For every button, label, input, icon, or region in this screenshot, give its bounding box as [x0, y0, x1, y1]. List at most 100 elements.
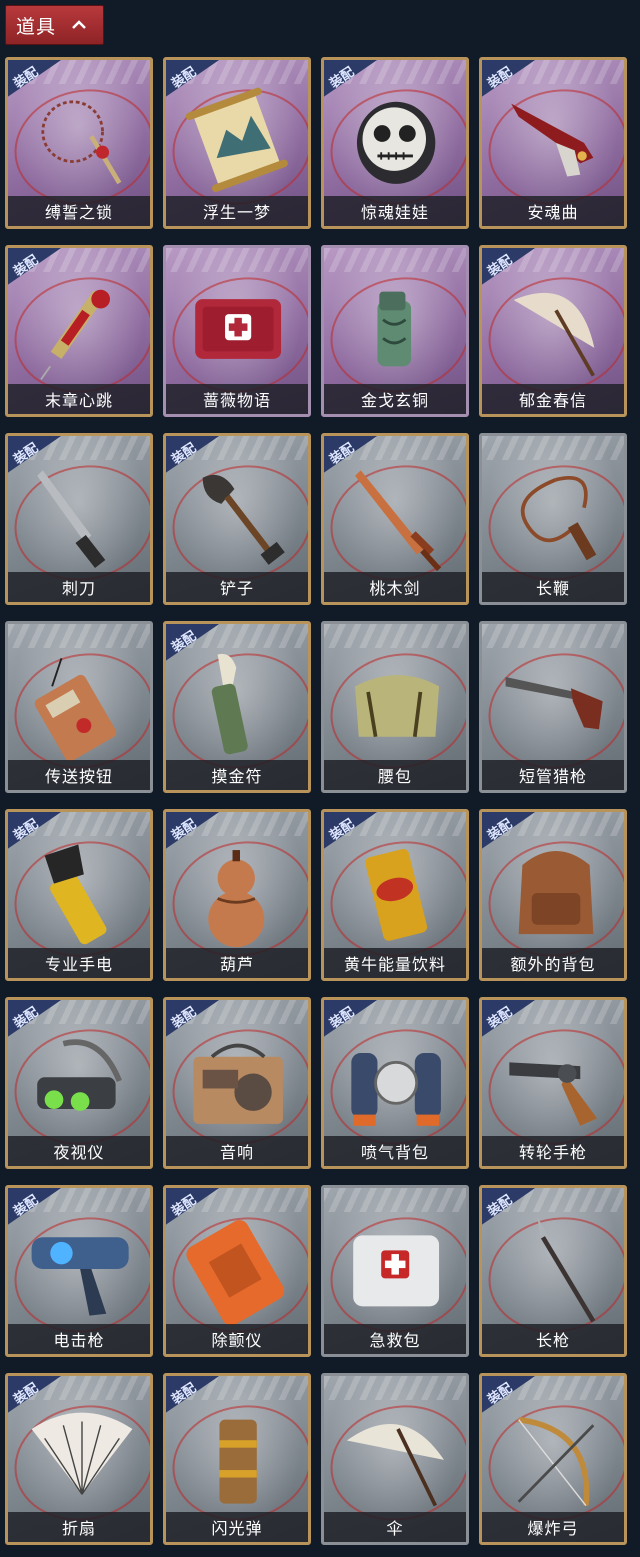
- item-label-bar: 铲子: [166, 572, 308, 602]
- item-name: 除颤仪: [211, 1331, 263, 1350]
- card-texture: [166, 248, 308, 272]
- item-label-bar: 郁金春信: [482, 384, 624, 414]
- item-card[interactable]: 装配 除颤仪: [163, 1185, 311, 1357]
- item-card[interactable]: 装配 葫芦: [163, 809, 311, 981]
- card-texture: [8, 1000, 150, 1024]
- card-texture: [324, 624, 466, 648]
- item-label-bar: 长鞭: [482, 572, 624, 602]
- shovel-icon: [184, 458, 296, 576]
- item-name: 音响: [219, 1143, 254, 1162]
- card-texture: [482, 248, 624, 272]
- item-name: 刺刀: [61, 579, 96, 598]
- whip-icon: [500, 458, 612, 576]
- card-texture: [482, 1188, 624, 1212]
- scroll-icon: [184, 82, 296, 200]
- item-label-bar: 金戈玄铜: [324, 384, 466, 414]
- item-card[interactable]: 腰包: [321, 621, 469, 793]
- item-card[interactable]: 装配 爆炸弓: [479, 1373, 627, 1545]
- item-name: 喷气背包: [360, 1143, 429, 1162]
- card-texture: [166, 1000, 308, 1024]
- item-card[interactable]: 装配 喷气背包: [321, 997, 469, 1169]
- item-card[interactable]: 装配 折扇: [5, 1373, 153, 1545]
- item-card[interactable]: 装配 安魂曲: [479, 57, 627, 229]
- paper-umbrella-icon: [342, 1398, 454, 1516]
- card-texture: [324, 436, 466, 460]
- item-card[interactable]: 蔷薇物语: [163, 245, 311, 417]
- item-name: 急救包: [369, 1331, 421, 1350]
- item-card[interactable]: 装配 闪光弹: [163, 1373, 311, 1545]
- item-name: 夜视仪: [53, 1143, 105, 1162]
- item-label-bar: 音响: [166, 1136, 308, 1166]
- shotgun-icon: [500, 646, 612, 764]
- bayonet-icon: [26, 458, 138, 576]
- item-card[interactable]: 装配 专业手电: [5, 809, 153, 981]
- talisman-icon: [184, 646, 296, 764]
- item-label-bar: 长枪: [482, 1324, 624, 1354]
- item-card[interactable]: 装配 刺刀: [5, 433, 153, 605]
- item-grid: 装配 缚誓之锁 装配 浮生一梦 装配 惊魂娃娃 装配 安魂曲装配 末章心跳 蔷薇物语 金戈玄铜 装配郁…: [5, 57, 627, 1545]
- item-name: 铲子: [219, 579, 254, 598]
- item-card[interactable]: 装配 铲子: [163, 433, 311, 605]
- defibrillator-icon: [184, 1210, 296, 1328]
- item-card[interactable]: 装配 桃木剑: [321, 433, 469, 605]
- card-texture: [324, 1376, 466, 1400]
- item-label-bar: 爆炸弓: [482, 1512, 624, 1542]
- item-card[interactable]: 装配 转轮手枪: [479, 997, 627, 1169]
- item-label-bar: 传送按钮: [8, 760, 150, 790]
- item-card[interactable]: 长鞭: [479, 433, 627, 605]
- item-card[interactable]: 短管猎枪: [479, 621, 627, 793]
- item-name: 伞: [386, 1519, 404, 1538]
- item-name: 短管猎枪: [518, 767, 587, 786]
- item-card[interactable]: 装配 浮生一梦: [163, 57, 311, 229]
- item-name: 缚誓之锁: [44, 203, 113, 222]
- item-card[interactable]: 金戈玄铜: [321, 245, 469, 417]
- card-texture: [482, 436, 624, 460]
- item-name: 金戈玄铜: [360, 391, 429, 410]
- item-card[interactable]: 装配 电击枪: [5, 1185, 153, 1357]
- card-texture: [8, 1188, 150, 1212]
- item-label-bar: 额外的背包: [482, 948, 624, 978]
- chevron-up-icon[interactable]: [70, 19, 88, 31]
- item-name: 闪光弹: [211, 1519, 263, 1538]
- item-label-bar: 折扇: [8, 1512, 150, 1542]
- card-texture: [482, 1000, 624, 1024]
- item-label-bar: 夜视仪: [8, 1136, 150, 1166]
- item-card[interactable]: 装配 黄牛能量饮料: [321, 809, 469, 981]
- item-card[interactable]: 装配 额外的背包: [479, 809, 627, 981]
- item-card[interactable]: 装配 末章心跳: [5, 245, 153, 417]
- gourd-icon: [184, 834, 296, 952]
- item-card[interactable]: 装配 缚誓之锁: [5, 57, 153, 229]
- bronze-grenade-icon: [342, 270, 454, 388]
- energy-drink-icon: [342, 834, 454, 952]
- bow-icon: [500, 1398, 612, 1516]
- ornate-gun-icon: [500, 82, 612, 200]
- item-name: 传送按钮: [44, 767, 113, 786]
- item-card[interactable]: 传送按钮: [5, 621, 153, 793]
- folding-fan-icon: [26, 1398, 138, 1516]
- backpack-icon: [500, 834, 612, 952]
- item-card[interactable]: 装配 长枪: [479, 1185, 627, 1357]
- item-card[interactable]: 装配 夜视仪: [5, 997, 153, 1169]
- card-texture: [8, 436, 150, 460]
- item-label-bar: 末章心跳: [8, 384, 150, 414]
- item-card[interactable]: 急救包: [321, 1185, 469, 1357]
- card-texture: [8, 812, 150, 836]
- item-name: 浮生一梦: [202, 203, 271, 222]
- section-header-props[interactable]: 道具: [5, 5, 104, 45]
- card-texture: [482, 60, 624, 84]
- item-label-bar: 闪光弹: [166, 1512, 308, 1542]
- item-card[interactable]: 装配 郁金春信: [479, 245, 627, 417]
- item-card[interactable]: 装配 惊魂娃娃: [321, 57, 469, 229]
- item-card[interactable]: 装配 摸金符: [163, 621, 311, 793]
- item-name: 郁金春信: [518, 391, 587, 410]
- item-name: 长鞭: [535, 579, 570, 598]
- skull-doll-icon: [342, 82, 454, 200]
- card-texture: [166, 812, 308, 836]
- item-card[interactable]: 伞: [321, 1373, 469, 1545]
- item-name: 末章心跳: [44, 391, 113, 410]
- item-label-bar: 转轮手枪: [482, 1136, 624, 1166]
- item-card[interactable]: 装配 音响: [163, 997, 311, 1169]
- item-label-bar: 黄牛能量饮料: [324, 948, 466, 978]
- item-name: 额外的背包: [510, 955, 596, 974]
- item-label-bar: 安魂曲: [482, 196, 624, 226]
